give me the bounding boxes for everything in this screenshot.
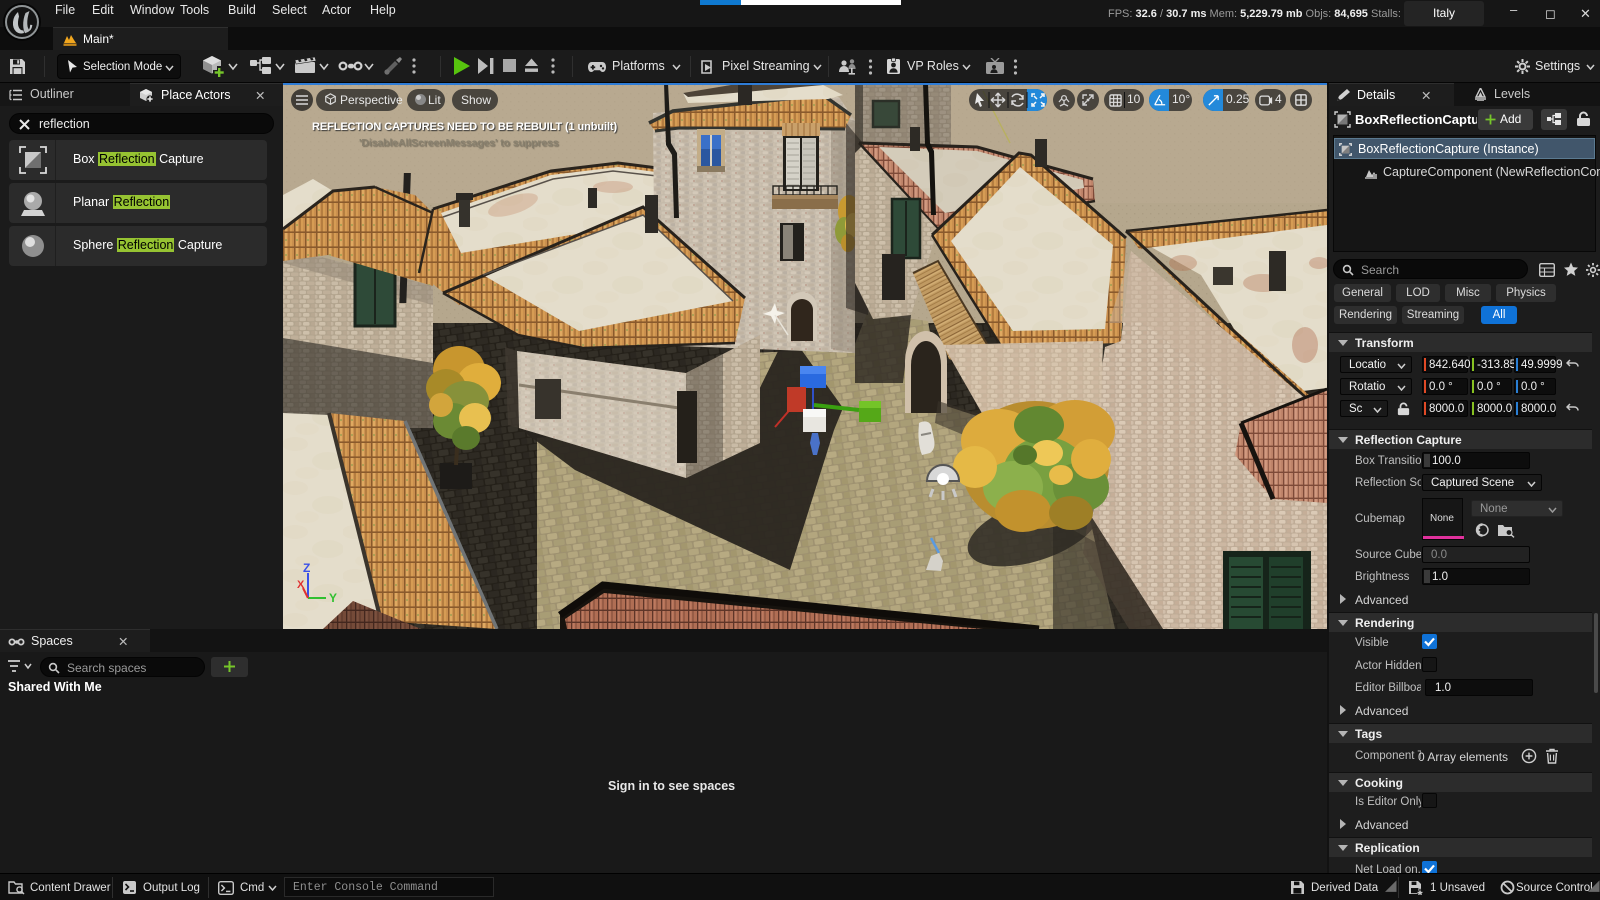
svg-text:Z: Z <box>303 561 310 575</box>
svg-text:Y: Y <box>329 591 337 605</box>
svg-text:X: X <box>297 579 305 591</box>
